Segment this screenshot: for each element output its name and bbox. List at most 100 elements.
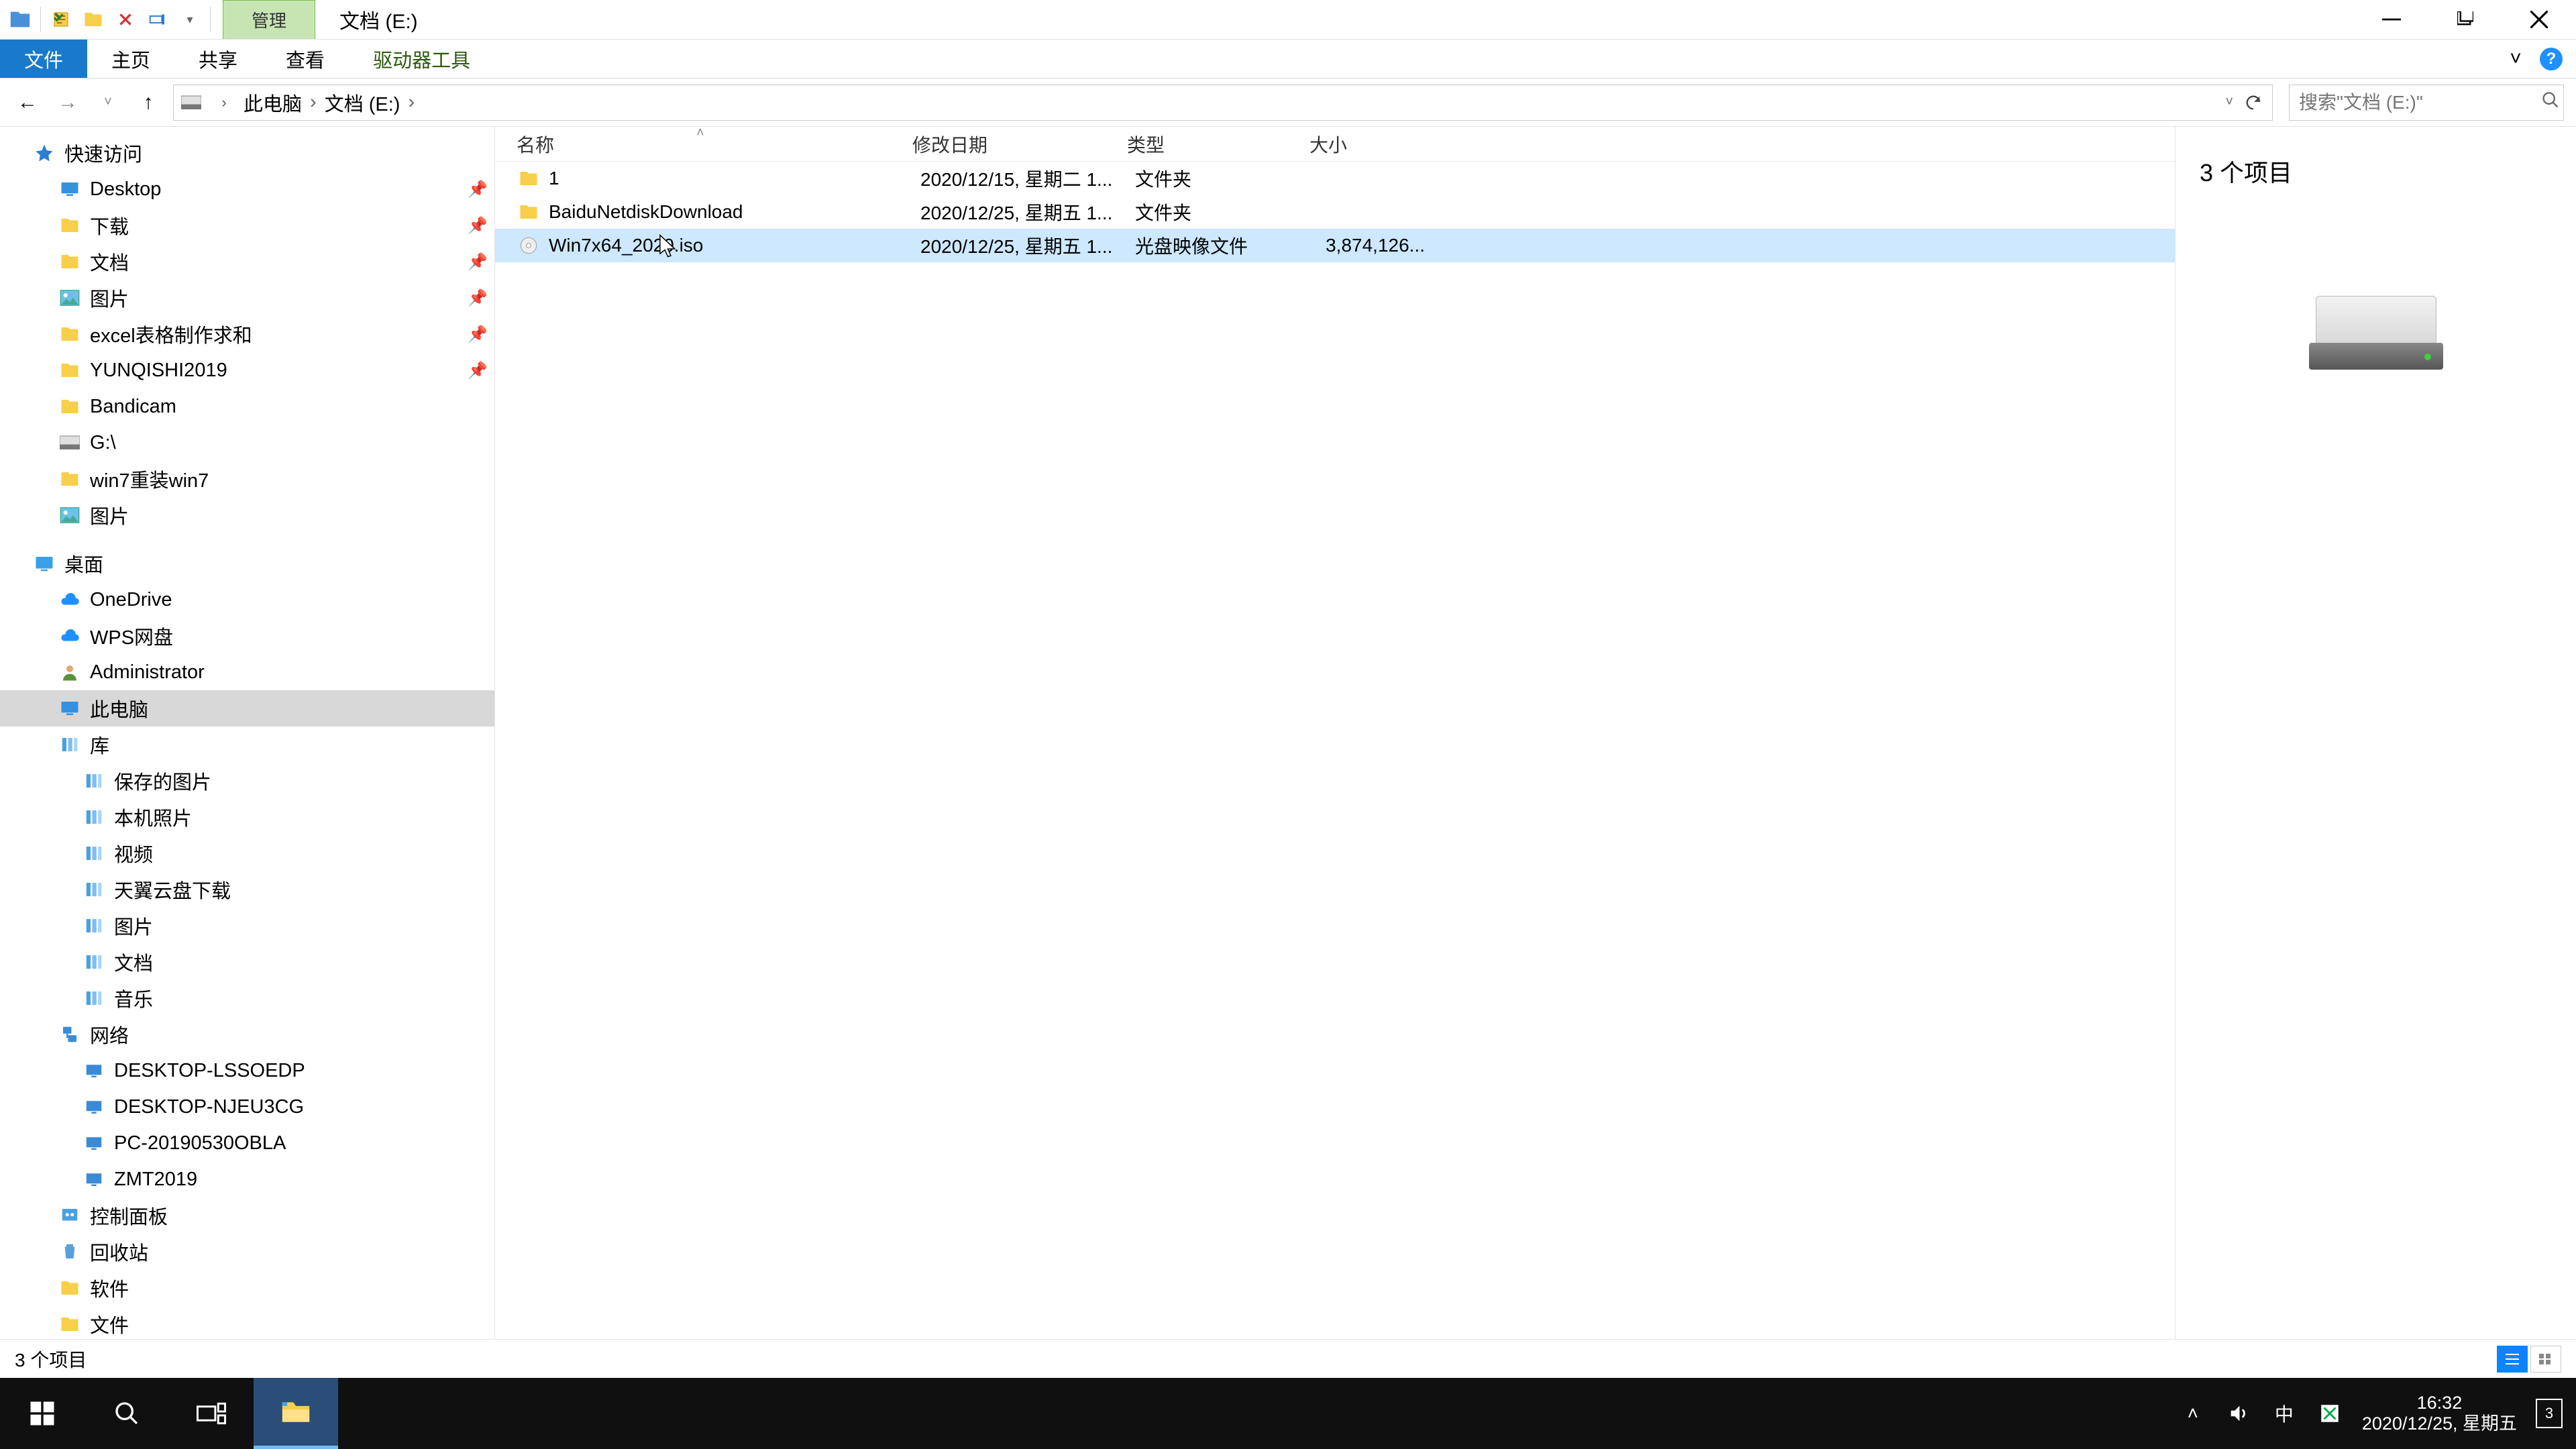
tree-software[interactable]: 软件 (0, 1270, 494, 1306)
tree-label: Bandicam (90, 396, 176, 418)
tab-home[interactable]: 主页 (87, 40, 174, 78)
tree-pinned-item[interactable]: 下载📌 (0, 207, 494, 244)
tree-label: 天翼云盘下载 (114, 875, 231, 904)
tree-pinned-item[interactable]: win7重装win7 (0, 461, 494, 497)
qat-dropdown-icon[interactable]: ▾ (176, 6, 203, 33)
task-view-button[interactable] (169, 1378, 254, 1449)
tree-library-item[interactable]: 保存的图片 (0, 763, 494, 799)
up-button[interactable]: ↑ (133, 87, 164, 118)
tree-network-pc[interactable]: DESKTOP-LSSOEDP (0, 1053, 494, 1089)
tree-recycle-bin[interactable]: 回收站 (0, 1234, 494, 1270)
qat-properties-icon[interactable] (48, 6, 74, 33)
tree-files[interactable]: 文件 (0, 1306, 494, 1339)
tree-network-pc[interactable]: PC-20190530OBLA (0, 1125, 494, 1161)
search-input[interactable] (2299, 92, 2541, 113)
volume-icon[interactable] (2225, 1400, 2252, 1427)
col-size-label: 大小 (1309, 135, 1347, 156)
tab-drive-tools[interactable]: 驱动器工具 (349, 40, 494, 78)
tree-item[interactable]: WPS网盘 (0, 618, 494, 654)
col-name[interactable]: 名称 (517, 131, 912, 158)
action-center-button[interactable]: 3 (2536, 1400, 2563, 1427)
tray-app-icon[interactable] (2316, 1400, 2343, 1427)
refresh-button[interactable] (2240, 89, 2267, 116)
tree-pinned-item[interactable]: 图片 (0, 497, 494, 533)
forward-button[interactable]: → (52, 87, 83, 118)
qat-new-folder-icon[interactable] (80, 6, 107, 33)
search-icon[interactable] (2541, 91, 2560, 114)
tree-control-panel[interactable]: 控制面板 (0, 1197, 494, 1234)
tree-item[interactable]: 此电脑 (0, 690, 494, 727)
tree-library-item[interactable]: 本机照片 (0, 799, 494, 835)
folder-icon (58, 394, 82, 419)
tree-item[interactable]: Administrator (0, 654, 494, 690)
minimize-button[interactable] (2355, 0, 2428, 39)
search-box[interactable] (2289, 85, 2564, 121)
cloud-icon (58, 588, 82, 612)
expand-ribbon-icon[interactable]: ˅ (2504, 47, 2528, 71)
tree-desktop[interactable]: 桌面 (0, 545, 494, 582)
maximize-button[interactable] (2428, 0, 2502, 39)
tree-pinned-item[interactable]: Desktop📌 (0, 171, 494, 207)
chevron-right-icon[interactable]: › (408, 91, 415, 113)
tree-pinned-item[interactable]: G:\ (0, 425, 494, 461)
tree-library-item[interactable]: 文档 (0, 944, 494, 980)
chevron-right-icon[interactable]: › (310, 91, 317, 113)
address-dropdown-icon[interactable]: ˅ (2225, 95, 2233, 110)
tray-overflow-icon[interactable]: ˄ (2180, 1400, 2206, 1427)
nav-tree[interactable]: 快速访问 Desktop📌下载📌文档📌图片📌excel表格制作求和📌YUNQIS… (0, 127, 495, 1339)
tree-pinned-item[interactable]: 图片📌 (0, 280, 494, 316)
tree-pinned-item[interactable]: 文档📌 (0, 244, 494, 280)
tree-library-item[interactable]: 视频 (0, 835, 494, 871)
file-row[interactable]: BaiduNetdiskDownload2020/12/25, 星期五 1...… (495, 195, 2175, 229)
tab-file[interactable]: 文件 (0, 40, 87, 78)
tab-view-label: 查看 (286, 45, 325, 73)
tree-pinned-item[interactable]: Bandicam (0, 388, 494, 425)
star-icon (32, 141, 56, 165)
taskbar-explorer-button[interactable] (254, 1378, 338, 1449)
tree-label: 网络 (90, 1020, 129, 1049)
help-icon[interactable]: ? (2540, 48, 2563, 70)
tree-label: 音乐 (114, 984, 153, 1012)
tab-view[interactable]: 查看 (262, 40, 349, 78)
back-button[interactable]: ← (12, 87, 43, 118)
tree-quick-access[interactable]: 快速访问 (0, 135, 494, 171)
file-row[interactable]: Win7x64_2020.iso2020/12/25, 星期五 1...光盘映像… (495, 229, 2175, 262)
folder-icon (58, 503, 82, 527)
tree-library-item[interactable]: 天翼云盘下载 (0, 871, 494, 908)
tree-network[interactable]: 网络 (0, 1016, 494, 1053)
tree-item[interactable]: OneDrive (0, 582, 494, 618)
tree-library-item[interactable]: 音乐 (0, 980, 494, 1016)
recent-dropdown-icon[interactable]: ˅ (93, 87, 123, 118)
taskbar-clock[interactable]: 16:32 2020/12/25, 星期五 (2362, 1393, 2517, 1434)
file-row[interactable]: 12020/12/15, 星期二 1...文件夹 (495, 162, 2175, 195)
tab-share[interactable]: 共享 (174, 40, 262, 78)
view-details-button[interactable] (2497, 1346, 2528, 1373)
ribbon-context-title: 管理 (223, 0, 315, 39)
close-button[interactable] (2502, 0, 2576, 39)
main-area: 快速访问 Desktop📌下载📌文档📌图片📌excel表格制作求和📌YUNQIS… (0, 127, 2576, 1339)
qat-rename-icon[interactable] (144, 6, 171, 33)
ime-indicator[interactable]: 中 (2271, 1400, 2298, 1427)
taskbar-search-button[interactable] (85, 1378, 169, 1449)
breadcrumb-root-chevron-icon[interactable]: › (209, 87, 239, 118)
address-bar[interactable]: › 此电脑 › 文档 (E:) › ˅ (173, 85, 2273, 121)
tree-pinned-item[interactable]: excel表格制作求和📌 (0, 316, 494, 352)
qat-delete-icon[interactable] (112, 6, 139, 33)
tree-label: 本机照片 (114, 803, 192, 831)
crumb-current[interactable]: 文档 (E:) (321, 89, 405, 117)
tree-network-pc[interactable]: ZMT2019 (0, 1161, 494, 1197)
crumb-this-pc[interactable]: 此电脑 (239, 89, 306, 117)
folder-icon (58, 1276, 82, 1300)
tree-network-pc[interactable]: DESKTOP-NJEU3CG (0, 1089, 494, 1125)
col-date[interactable]: 修改日期 (912, 131, 1127, 158)
view-icons-button[interactable] (2530, 1346, 2561, 1373)
col-size[interactable]: 大小 (1309, 131, 1424, 158)
tree-library-item[interactable]: 图片 (0, 908, 494, 944)
col-type[interactable]: 类型 (1127, 131, 1309, 158)
tree-item[interactable]: 库 (0, 727, 494, 763)
start-button[interactable] (0, 1378, 85, 1449)
file-list[interactable]: ˄ 名称 修改日期 类型 大小 12020/12/15, 星期二 1...文件夹… (495, 127, 2175, 1339)
col-name-label: 名称 (517, 135, 554, 156)
drive-icon (179, 91, 203, 115)
tree-pinned-item[interactable]: YUNQISHI2019📌 (0, 352, 494, 388)
